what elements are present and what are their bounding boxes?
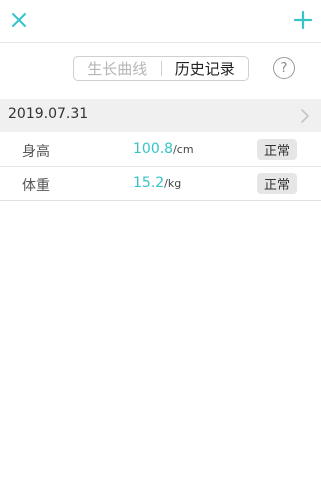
help-button[interactable]: ?: [273, 57, 295, 79]
record-value: 15.2/kg: [133, 175, 181, 191]
history-date-row[interactable]: 2019.07.31: [0, 99, 321, 132]
record-value: 100.8/cm: [133, 141, 194, 157]
record-row-height: 身高 100.8/cm 正常: [0, 133, 321, 167]
record-unit: /cm: [173, 143, 194, 156]
record-date: 2019.07.31: [8, 106, 89, 122]
chevron-right-icon: [301, 109, 309, 123]
add-record-button[interactable]: [291, 8, 315, 32]
record-number: 100.8: [133, 141, 174, 157]
status-badge: 正常: [257, 173, 297, 194]
record-label: 身高: [22, 144, 50, 160]
tab-history[interactable]: 历史记录: [162, 57, 249, 80]
record-label: 体重: [22, 178, 50, 194]
plus-icon: [293, 10, 313, 30]
view-segmented-control: 生长曲线 历史记录: [73, 56, 249, 81]
record-unit: /kg: [164, 177, 182, 190]
help-icon: ?: [280, 60, 288, 76]
close-icon: [12, 13, 26, 27]
record-row-weight: 体重 15.2/kg 正常: [0, 167, 321, 201]
status-badge: 正常: [257, 139, 297, 160]
close-button[interactable]: [8, 9, 30, 31]
record-number: 15.2: [133, 175, 165, 191]
top-bar: [0, 0, 321, 43]
tab-growth-curve[interactable]: 生长曲线: [74, 57, 161, 80]
